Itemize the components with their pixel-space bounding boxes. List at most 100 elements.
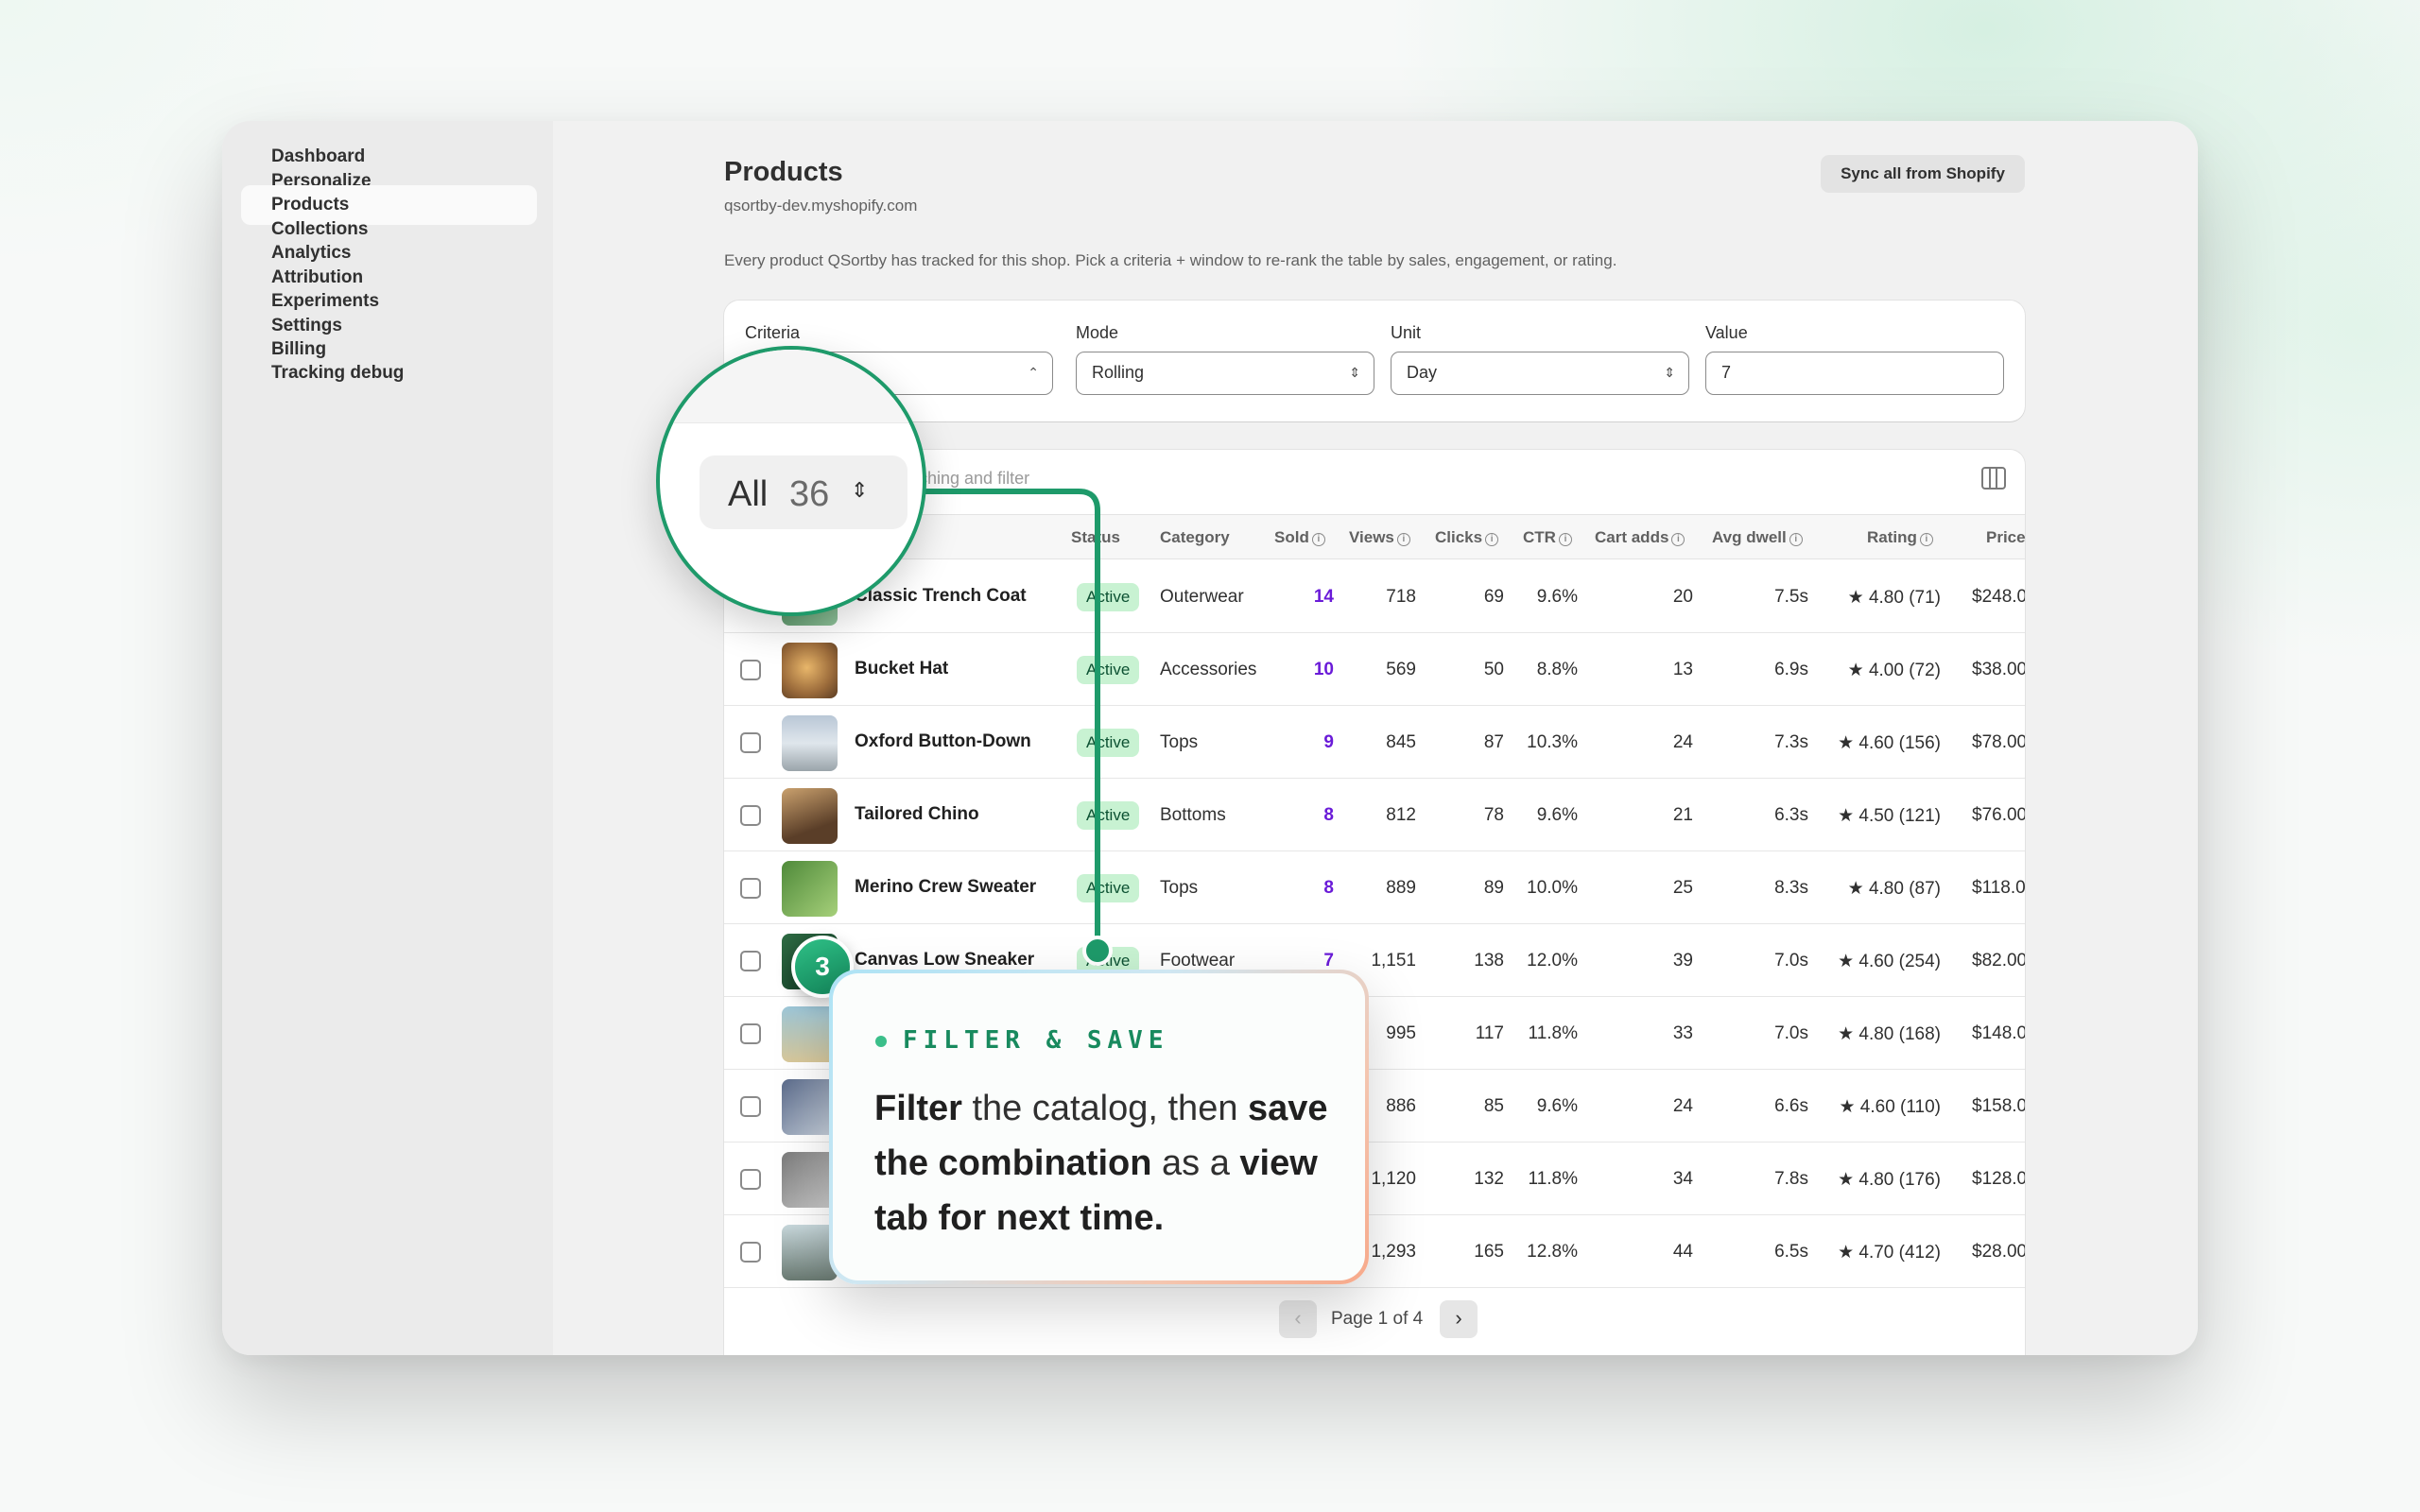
cell-cart-adds: 33: [1672, 1023, 1693, 1043]
cell-rating: ★ 4.00 (72): [1847, 661, 1941, 680]
product-name[interactable]: Merino Crew Sweater: [855, 877, 1036, 898]
column-ctr[interactable]: CTR i: [1523, 528, 1572, 547]
product-name[interactable]: Bucket Hat: [855, 659, 948, 679]
cell-price: $158.00: [1972, 1096, 2025, 1116]
column-status[interactable]: Status: [1071, 528, 1120, 547]
cell-price: $128.00: [1972, 1169, 2025, 1189]
cell-dwell: 7.0s: [1774, 951, 1808, 971]
product-name[interactable]: Tailored Chino: [855, 804, 979, 825]
cell-rating: ★ 4.80 (176): [1838, 1170, 1941, 1190]
cell-ctr: 9.6%: [1536, 587, 1578, 607]
product-name[interactable]: Canvas Low Sneaker: [855, 950, 1034, 971]
page-indicator: Page 1 of 4: [1331, 1309, 1424, 1329]
status-badge: Active: [1077, 874, 1140, 902]
column-sold-label: Sold: [1274, 528, 1309, 546]
row-checkbox[interactable]: [740, 1023, 761, 1044]
cell-sold: 8: [1323, 805, 1334, 825]
row-checkbox[interactable]: [740, 805, 761, 826]
column-rating[interactable]: Rating i: [1867, 528, 1933, 547]
cell-cart-adds: 21: [1672, 805, 1693, 825]
row-checkbox[interactable]: [740, 1242, 761, 1263]
value-label: Value: [1705, 323, 1748, 342]
value-input[interactable]: 7: [1705, 352, 2004, 395]
view-tab-count: 36: [789, 474, 830, 514]
cell-views: 845: [1386, 732, 1416, 752]
column-views-label: Views: [1349, 528, 1394, 546]
column-cart-adds[interactable]: Cart adds i: [1595, 528, 1685, 547]
column-clicks[interactable]: Clicks i: [1435, 528, 1499, 547]
cell-rating: ★ 4.60 (254): [1838, 952, 1941, 971]
cell-price: $148.00: [1972, 1023, 2025, 1043]
cell-clicks: 50: [1483, 660, 1504, 679]
row-checkbox[interactable]: [740, 732, 761, 753]
cell-clicks: 132: [1474, 1169, 1504, 1189]
column-category[interactable]: Category: [1160, 528, 1230, 547]
up-down-chevron-icon: ⇕: [1664, 365, 1675, 380]
cell-cart-adds: 13: [1672, 660, 1693, 679]
table-row[interactable]: Classic Trench Coat Active Outerwear 14 718 6…: [724, 560, 2025, 633]
cell-views: 718: [1386, 587, 1416, 607]
status-badge: Active: [1077, 801, 1140, 830]
column-sold[interactable]: Sold i: [1274, 528, 1325, 547]
view-tab-all[interactable]: All 36 ⇕: [700, 455, 908, 529]
row-checkbox[interactable]: [740, 1096, 761, 1117]
product-thumbnail: [782, 861, 838, 917]
row-checkbox[interactable]: [740, 1169, 761, 1190]
product-name[interactable]: Classic Trench Coat: [855, 586, 1027, 607]
column-avg-dwell[interactable]: Avg dwell i: [1712, 528, 1803, 547]
magnifier-lens: All 36 ⇕: [656, 346, 926, 616]
sidebar-item-tracking-debug[interactable]: Tracking debug: [241, 353, 537, 393]
column-avg-dwell-label: Avg dwell: [1712, 528, 1787, 546]
cell-ctr: 8.8%: [1536, 660, 1578, 679]
next-page-button[interactable]: ›: [1440, 1300, 1478, 1338]
info-icon: i: [1789, 533, 1803, 546]
cell-dwell: 8.3s: [1774, 878, 1808, 898]
callout-text-light-2: as a: [1162, 1143, 1230, 1183]
table-row[interactable]: Merino Crew Sweater Active Tops 8 889 89 10.0%…: [724, 851, 2025, 924]
row-checkbox[interactable]: [740, 951, 761, 971]
shop-domain: qsortby-dev.myshopify.com: [724, 197, 918, 215]
cell-views: 886: [1386, 1096, 1416, 1116]
table-row[interactable]: Tailored Chino Active Bottoms 8 812 78 9.6% 21 6…: [724, 779, 2025, 851]
cell-category: Accessories: [1160, 660, 1257, 679]
table-row[interactable]: Oxford Button-Down Active Tops 9 845 87 10.3% 2…: [724, 706, 2025, 779]
mode-value: Rolling: [1092, 363, 1145, 382]
cell-rating: ★ 4.70 (412): [1838, 1243, 1941, 1263]
sync-shopify-button[interactable]: Sync all from Shopify: [1821, 155, 2025, 193]
column-price[interactable]: Price: [1986, 528, 2025, 547]
cell-category: Tops: [1160, 732, 1199, 752]
callout-text-light-1: the catalog, then: [972, 1089, 1238, 1128]
cell-dwell: 7.5s: [1774, 587, 1808, 607]
unit-select[interactable]: Day ⇕: [1391, 352, 1689, 395]
status-badge: Active: [1077, 729, 1140, 757]
callout-text-bold-1: Filter: [874, 1089, 962, 1128]
product-thumbnail: [782, 788, 838, 844]
product-name[interactable]: Oxford Button-Down: [855, 731, 1031, 752]
row-checkbox[interactable]: [740, 878, 761, 899]
cell-cart-adds: 39: [1672, 951, 1693, 971]
criteria-label: Criteria: [745, 323, 801, 342]
columns-icon[interactable]: [1981, 467, 2006, 490]
page-title: Products: [724, 157, 843, 187]
cell-views: 1,293: [1371, 1242, 1416, 1262]
cell-clicks: 87: [1483, 732, 1504, 752]
cell-cart-adds: 20: [1672, 587, 1693, 607]
cell-rating: ★ 4.80 (71): [1847, 588, 1941, 608]
view-tab-label: All: [728, 474, 769, 514]
cell-clicks: 78: [1483, 805, 1504, 825]
prev-page-button[interactable]: ‹: [1279, 1300, 1317, 1338]
cell-sold: 14: [1313, 587, 1334, 607]
cell-price: $248.00: [1972, 587, 2025, 607]
cell-rating: ★ 4.60 (156): [1838, 733, 1941, 753]
cell-ctr: 10.3%: [1527, 732, 1578, 752]
row-checkbox[interactable]: [740, 660, 761, 680]
cell-dwell: 6.5s: [1774, 1242, 1808, 1262]
table-row[interactable]: Bucket Hat Active Accessories 10 569 50 8.8% 13…: [724, 633, 2025, 706]
column-views[interactable]: Views i: [1349, 528, 1410, 547]
cell-views: 1,120: [1371, 1169, 1416, 1189]
mode-select[interactable]: Rolling ⇕: [1076, 352, 1374, 395]
mode-field: Mode Rolling ⇕: [1076, 323, 1374, 395]
cell-sold: 7: [1323, 951, 1334, 971]
cell-cart-adds: 34: [1672, 1169, 1693, 1189]
cell-views: 889: [1386, 878, 1416, 898]
